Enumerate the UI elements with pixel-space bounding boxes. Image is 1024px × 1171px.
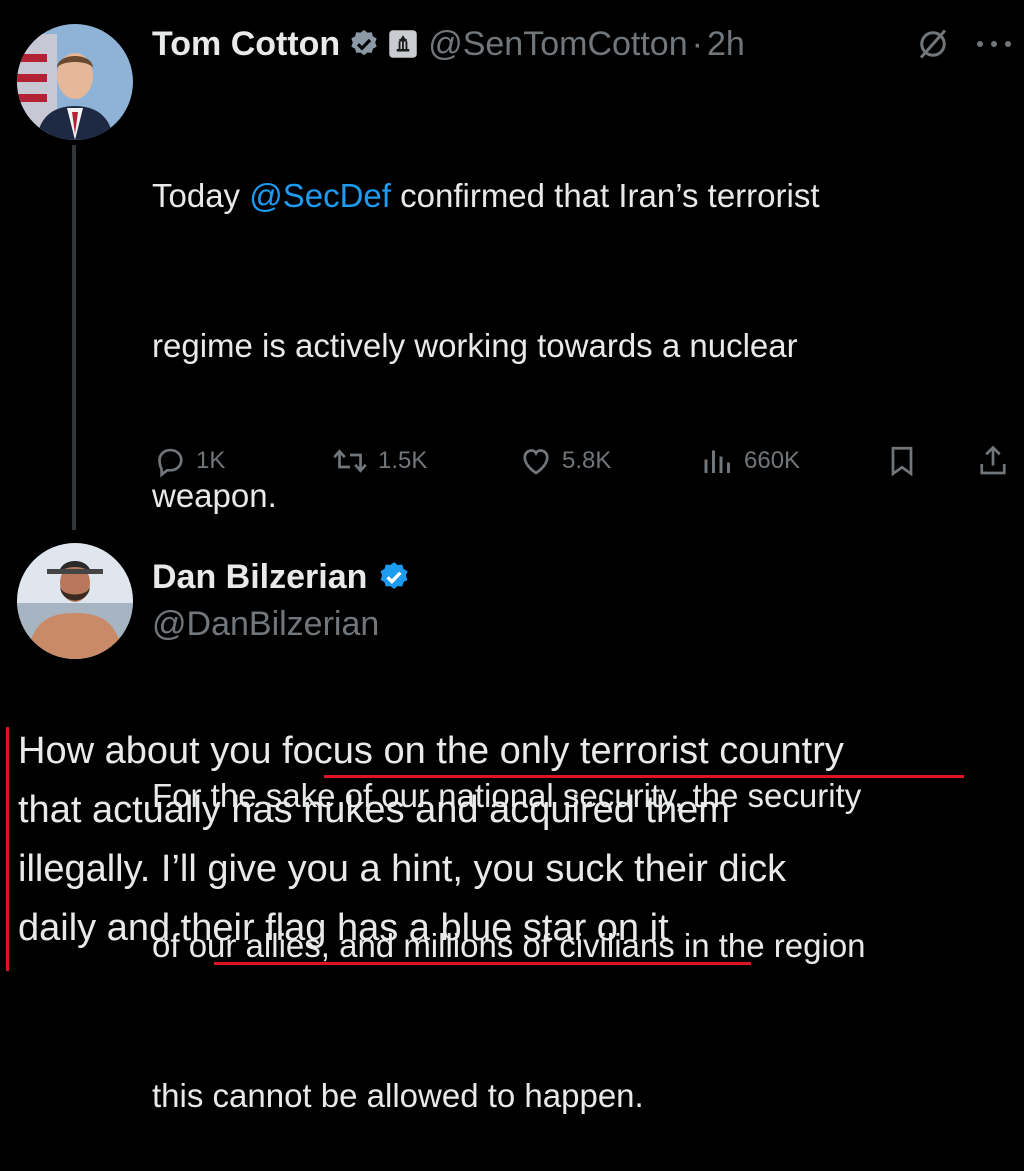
text-segment: Today <box>152 177 250 214</box>
annotation-underline <box>324 775 964 778</box>
heart-icon <box>523 449 549 475</box>
text-segment: daily and <box>18 907 181 949</box>
avatar-tom-cotton[interactable] <box>17 24 133 140</box>
share-icon[interactable] <box>975 443 1011 484</box>
reply-icon <box>158 448 183 478</box>
reply-header: Dan Bilzerian <box>152 555 411 599</box>
views-button[interactable]: 660K <box>700 443 800 479</box>
grok-icon[interactable] <box>915 26 951 67</box>
mention-link[interactable]: @SecDef <box>249 177 391 214</box>
underlined-segment: focus on the only terrorist country <box>282 730 844 772</box>
annotation-vertical-line <box>6 727 9 971</box>
more-icon[interactable] <box>972 32 1016 61</box>
tweet-time[interactable]: 2h <box>707 25 745 64</box>
avatar-dan-bilzerian[interactable] <box>17 543 133 659</box>
verified-badge-icon <box>377 560 411 594</box>
repost-icon <box>333 449 367 473</box>
tweet-text-line: Today @SecDef confirmed that Iran’s terr… <box>152 171 1012 221</box>
like-count: 5.8K <box>562 447 612 474</box>
annotation-underline <box>214 962 751 965</box>
repost-count: 1.5K <box>378 447 428 474</box>
reply-text: How about you focus on the only terroris… <box>18 722 1018 958</box>
views-icon <box>704 450 730 473</box>
text-segment: confirmed that Iran’s terrorist <box>390 177 820 214</box>
reply-text-line: daily and their flag has a blue star on … <box>18 899 1018 958</box>
reply-author-handle[interactable]: @DanBilzerian <box>152 605 379 644</box>
text-segment: How about you <box>18 730 283 772</box>
thread-connector <box>72 145 76 530</box>
tweet-text-line: regime is actively working towards a nuc… <box>152 327 798 364</box>
author-handle[interactable]: @SenTomCotton <box>428 25 687 64</box>
verified-badge-icon <box>348 28 380 60</box>
tweet-text-line: this cannot be allowed to happen. <box>152 1077 644 1114</box>
view-count: 660K <box>744 447 801 474</box>
bookmark-icon[interactable] <box>884 443 920 484</box>
reply-text-line: How about you focus on the only terroris… <box>18 722 1018 781</box>
author-name[interactable]: Tom Cotton <box>152 25 340 64</box>
government-building-icon <box>388 29 418 59</box>
reply-author-name[interactable]: Dan Bilzerian <box>152 558 367 597</box>
reply-count: 1K <box>196 447 226 474</box>
like-button[interactable]: 5.8K <box>518 443 611 479</box>
repost-button[interactable]: 1.5K <box>330 443 427 479</box>
reply-text-line: that actually has nukes and acquired the… <box>18 789 730 831</box>
reply-text-line: illegally. I’ll give you a hint, you suc… <box>18 848 787 890</box>
separator-dot: · <box>691 24 703 63</box>
reply-button[interactable]: 1K <box>152 443 225 479</box>
underlined-segment: their flag has a blue star on it <box>180 907 669 949</box>
tweet-header: Tom Cotton @SenTomCotton · 2h <box>152 22 745 66</box>
